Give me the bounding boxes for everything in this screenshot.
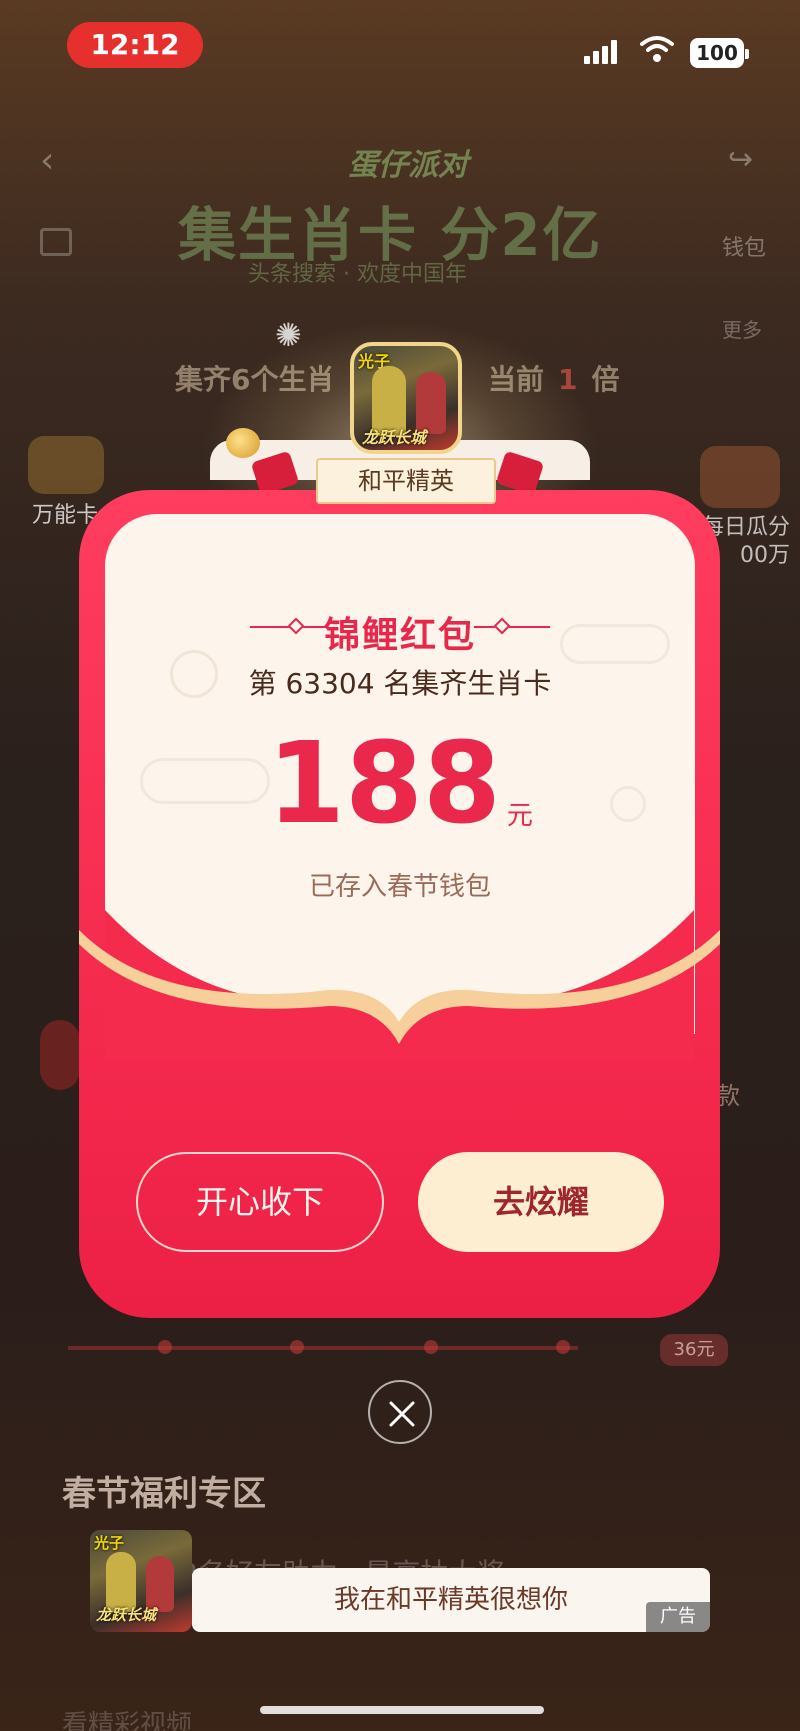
modal-title-row: 锦鲤红包 (0, 606, 800, 658)
scan-icon[interactable] (40, 228, 72, 256)
wifi-icon (640, 36, 674, 62)
daily-reward-icon[interactable] (700, 446, 780, 508)
reward-amount: 188 (267, 719, 501, 849)
progress-dot (290, 1340, 304, 1354)
bg-left-decoration (40, 1020, 80, 1090)
game-app-icon: 光子 龙跃长城 (350, 342, 462, 454)
firework-icon: ✺ (275, 316, 302, 354)
bg-page-subtitle: 头条搜索 · 欢度中国年 (248, 262, 467, 287)
progress-dot (424, 1340, 438, 1354)
progress-dot (556, 1340, 570, 1354)
share-icon[interactable]: ↪ (728, 142, 753, 177)
close-icon (389, 1401, 415, 1427)
bg-more-link[interactable]: 更多 (722, 314, 762, 343)
close-button[interactable] (368, 1380, 432, 1444)
ad-label: 广告 (646, 1602, 710, 1632)
ad-banner[interactable]: 我在和平精英很想你 (192, 1568, 710, 1632)
amount-row: 188 元 (0, 728, 800, 840)
signal-icon (584, 38, 620, 64)
home-indicator[interactable] (260, 1706, 544, 1714)
status-bar: 12:12 100 (0, 0, 800, 90)
bg-progress-reward-badge: 36元 (660, 1334, 728, 1366)
back-icon[interactable]: ‹ (40, 140, 54, 181)
game-name-label: 和平精英 (316, 458, 496, 504)
amount-unit: 元 (506, 801, 533, 831)
saved-notice: 已存入春节钱包 (308, 872, 491, 902)
rank-text: 第 63304 名集齐生肖卡 (248, 667, 552, 700)
ad-icon-tag: 光子 (94, 1534, 125, 1552)
progress-dot (158, 1340, 172, 1354)
wanneng-card-icon[interactable] (28, 436, 104, 494)
coin-icon (226, 428, 260, 458)
battery-icon: 100 (690, 38, 749, 68)
bg-section-title: 春节福利专区 (62, 1474, 266, 1514)
bg-progress-track (68, 1346, 578, 1350)
status-time: 12:12 (67, 22, 203, 68)
bg-brand-logo: 蛋仔派对 (348, 148, 468, 183)
envelope-flap (79, 910, 720, 1060)
bg-wallet-link[interactable]: 钱包 (722, 230, 766, 262)
ad-icon-logo: 龙跃长城 (96, 1606, 157, 1624)
bg-list-item: 看精彩视频 (62, 1710, 193, 1731)
modal-title: 锦鲤红包 (323, 615, 476, 656)
character-figure (106, 1552, 136, 1612)
accept-button[interactable]: 开心收下 (136, 1152, 384, 1252)
share-button[interactable]: 去炫耀 (418, 1152, 664, 1252)
game-icon-logo: 龙跃长城 (362, 428, 427, 447)
ad-game-icon[interactable]: 光子 龙跃长城 (90, 1530, 192, 1632)
